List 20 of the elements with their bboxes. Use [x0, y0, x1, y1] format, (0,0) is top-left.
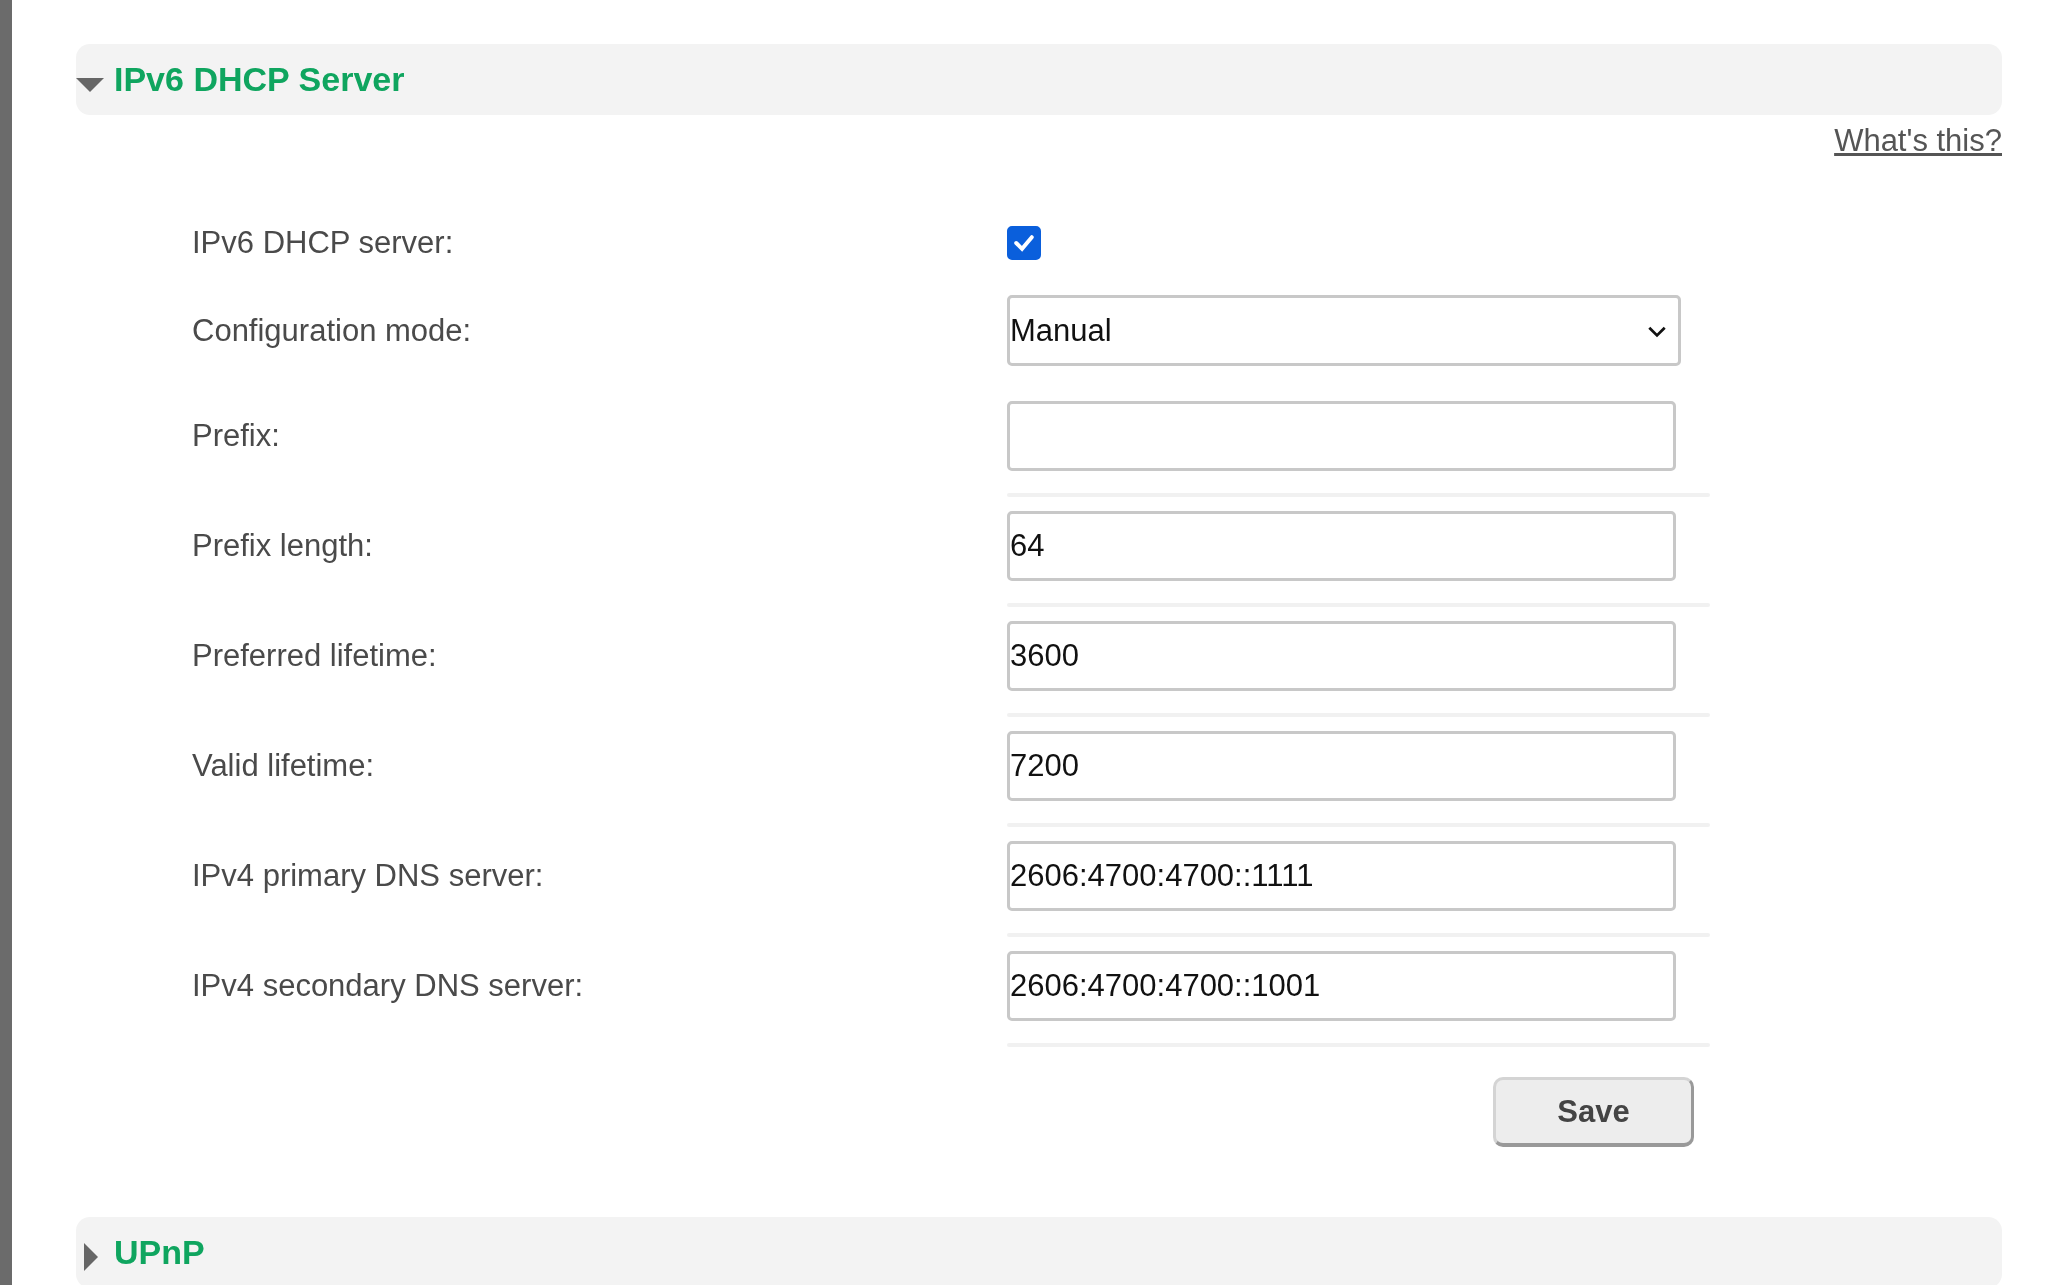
input-field[interactable]: 3600 — [1007, 621, 1676, 691]
dropdown[interactable]: Manual — [1007, 295, 1681, 366]
field-label: Preferred lifetime: — [192, 637, 438, 675]
section-title: UPnP — [114, 1233, 205, 1272]
input-field[interactable] — [1007, 401, 1676, 471]
input-field[interactable]: 7200 — [1007, 731, 1676, 801]
field-label: IPv4 secondary DNS server: — [192, 967, 585, 1005]
help-link[interactable]: What's this? — [1834, 121, 2002, 161]
save-button[interactable]: Save — [1493, 1077, 1694, 1147]
input-field[interactable]: 2606:4700:4700::1001 — [1007, 951, 1676, 1021]
field-label: Valid lifetime: — [192, 747, 376, 785]
field-label: Prefix length: — [192, 527, 374, 565]
field-label: Prefix: — [192, 417, 281, 455]
checkbox[interactable] — [1007, 226, 1041, 260]
field-label: Configuration mode: — [192, 312, 473, 349]
input-field[interactable]: 2606:4700:4700::1111 — [1007, 841, 1676, 911]
field-label: IPv6 DHCP server: — [192, 225, 455, 261]
input-field[interactable]: 64 — [1007, 511, 1676, 581]
field-label: IPv4 primary DNS server: — [192, 857, 545, 895]
section-title: IPv6 DHCP Server — [114, 60, 405, 99]
